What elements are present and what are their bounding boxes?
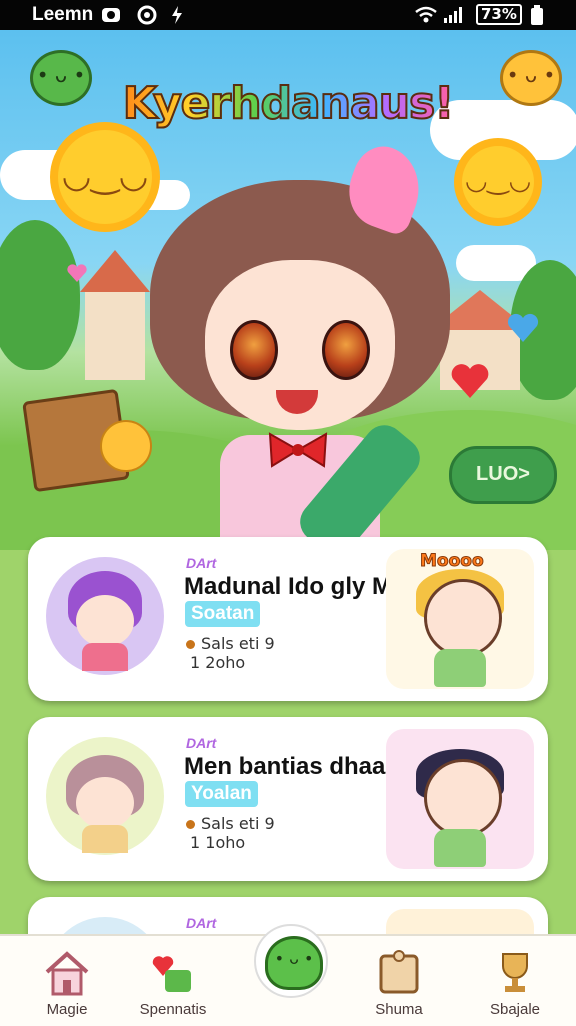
puzzle-icon <box>373 948 425 998</box>
play-button[interactable]: LUO> <box>449 446 557 504</box>
character-eye-right <box>322 320 370 380</box>
app-title: Kyerhdanaus! <box>80 77 496 130</box>
card-status-badge: Yoalan <box>185 781 258 807</box>
dot-icon <box>186 820 195 829</box>
app-title-text: Kyerhdanaus! <box>122 77 456 130</box>
heart-icon <box>147 948 199 998</box>
card-meta-text: Sals eti 9 <box>201 634 275 653</box>
avatar <box>46 557 164 675</box>
sun-left: ◡‿◡ <box>58 130 152 224</box>
card-title: Men bantias dhaab <box>184 753 401 780</box>
nav-item-puzzle[interactable]: Shuma <box>344 942 454 1026</box>
avatar <box>46 737 164 855</box>
nav-label: Spennatis <box>139 1001 207 1018</box>
dot-icon <box>186 640 195 649</box>
card-meta-secondary: 1 2oho <box>190 653 246 672</box>
battery-percent: 73% <box>476 4 522 25</box>
hero-scene: ◡‿◡ ◡‿◡ • ᴗ • • ᴗ • Kyerhdanaus! LUO> <box>0 30 576 550</box>
battery-text: 73% <box>476 4 522 25</box>
status-bar: Leemn 73% <box>0 0 576 30</box>
heart-icon <box>507 313 539 342</box>
card-artwork <box>386 729 534 869</box>
nav-label: Sbajale <box>489 1001 541 1018</box>
camera-icon <box>100 5 122 29</box>
signal-icon <box>442 5 466 29</box>
nav-label: Shuma <box>375 1001 423 1018</box>
card-tag: DArt <box>186 915 217 931</box>
art-badge: Moooo <box>420 551 485 572</box>
house-icon <box>41 948 93 998</box>
nav-label: Magie <box>46 1001 88 1018</box>
card-artwork: Moooo <box>386 549 534 689</box>
card-tag: DArt <box>186 735 217 751</box>
nav-item-center-mascot[interactable]: • ᴗ • <box>254 924 328 998</box>
house <box>85 290 145 380</box>
nav-item-trophy[interactable]: Sbajale <box>460 942 570 1026</box>
character-eye-left <box>230 320 278 380</box>
trophy-icon <box>489 948 541 998</box>
card-meta-text: Sals eti 9 <box>201 814 275 833</box>
card-status-badge: Soatan <box>185 601 261 627</box>
card-title: Madunal Ido gly MM <box>184 573 412 600</box>
tree <box>0 220 80 370</box>
sun-right: ◡‿◡ <box>462 146 534 218</box>
mascot-icon: • ᴗ • <box>265 936 323 990</box>
chick-mascot-icon[interactable]: • ᴗ • <box>500 50 562 106</box>
character-bow <box>268 432 328 468</box>
card-meta: Sals eti 9 <box>186 634 275 653</box>
bolt-icon <box>170 5 184 29</box>
nav-item-home[interactable]: Magie <box>12 942 122 1026</box>
heart-icon <box>67 264 87 282</box>
wifi-icon <box>414 5 438 29</box>
notification-icon <box>136 5 158 29</box>
status-carrier: Leemn <box>32 4 94 25</box>
nav-item-favorites[interactable]: Spennatis <box>118 942 228 1026</box>
pet-chick <box>100 420 152 472</box>
list-item[interactable]: DArt Men bantias dhaab Yoalan Sals eti 9… <box>28 717 548 881</box>
heart-icon <box>451 364 489 398</box>
card-meta: Sals eti 9 <box>186 814 275 833</box>
card-tag: DArt <box>186 555 217 571</box>
list-item[interactable]: DArt Madunal Ido gly MM Soatan Sals eti … <box>28 537 548 701</box>
house-roof <box>80 250 150 292</box>
battery-icon <box>530 5 544 31</box>
card-meta-secondary: 1 1oho <box>190 833 246 852</box>
